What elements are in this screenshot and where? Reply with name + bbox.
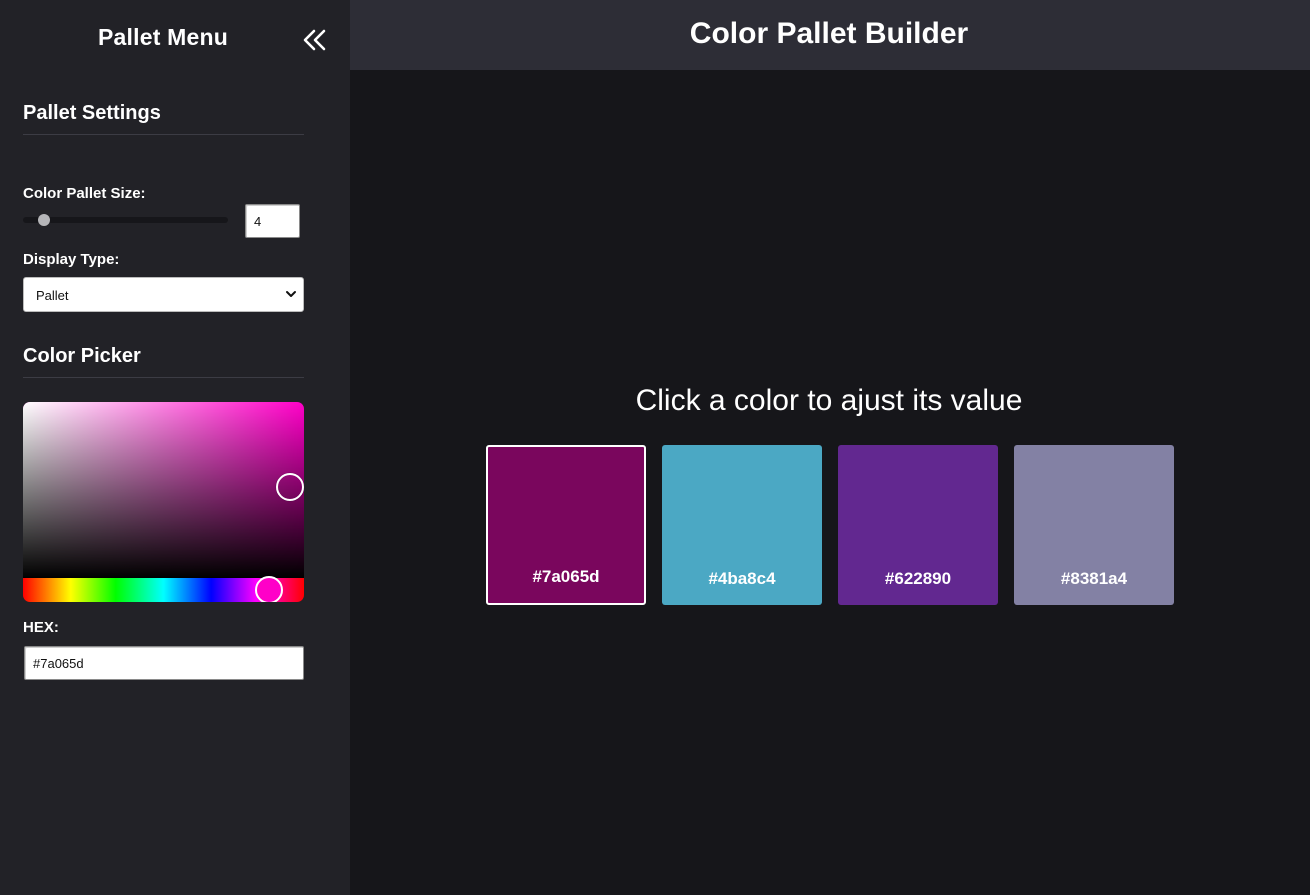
- double-chevron-left-icon: [303, 29, 326, 51]
- display-type-label: Display Type:: [23, 251, 120, 268]
- color-swatches: #7a065d #4ba8c4 #622890 #8381a4: [486, 445, 1176, 605]
- swatch-hex-label: #4ba8c4: [708, 569, 776, 588]
- pallet-size-slider[interactable]: [23, 214, 228, 226]
- display-type-value: Pallet: [36, 288, 69, 303]
- pallet-size-label: Color Pallet Size:: [23, 185, 146, 202]
- collapse-sidebar-button[interactable]: [300, 24, 330, 56]
- chevron-down-icon: [286, 291, 296, 297]
- page-title: Color Pallet Builder: [689, 17, 969, 50]
- instruction-text: Click a color to ajust its value: [635, 384, 1023, 417]
- saturation-pointer[interactable]: [276, 473, 304, 501]
- hex-label: HEX:: [23, 619, 59, 636]
- app: Pallet Menu Pallet Settings Color Pallet…: [0, 0, 1310, 895]
- color-picker-heading: Color Picker: [23, 345, 304, 378]
- color-swatch[interactable]: #4ba8c4: [662, 445, 822, 605]
- pallet-size-input[interactable]: [245, 204, 300, 238]
- color-picker: [23, 402, 304, 602]
- color-swatch[interactable]: #8381a4: [1014, 445, 1174, 605]
- header: Color Pallet Builder: [350, 0, 1310, 70]
- saturation-black-gradient: [23, 402, 304, 578]
- swatch-hex-label: #7a065d: [532, 567, 600, 586]
- sidebar: Pallet Menu Pallet Settings Color Pallet…: [0, 0, 350, 895]
- pallet-size-slider-thumb[interactable]: [38, 214, 50, 226]
- pallet-settings-heading: Pallet Settings: [23, 102, 304, 135]
- sidebar-title: Pallet Menu: [97, 24, 228, 50]
- swatch-hex-label: #8381a4: [1060, 569, 1128, 588]
- hue-pointer[interactable]: [255, 576, 283, 602]
- saturation-area[interactable]: [23, 402, 304, 578]
- display-type-select[interactable]: Pallet: [23, 277, 304, 312]
- color-swatch[interactable]: #7a065d: [486, 445, 646, 605]
- swatch-hex-label: #622890: [884, 569, 952, 588]
- hex-input[interactable]: [24, 646, 304, 680]
- color-swatch[interactable]: #622890: [838, 445, 998, 605]
